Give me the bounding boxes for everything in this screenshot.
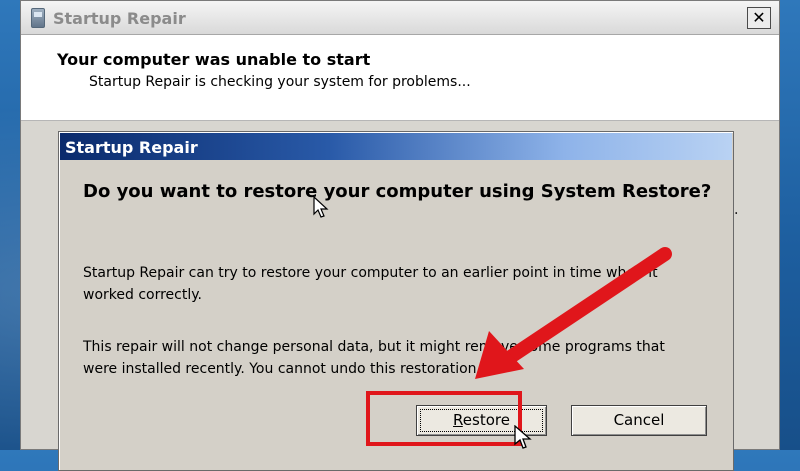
main-header: Your computer was unable to start Startu… xyxy=(21,35,779,121)
pointer-arrow-icon xyxy=(475,247,672,379)
dialog-titlebar: Startup Repair xyxy=(60,133,732,160)
mouse-pointer-icon xyxy=(514,425,532,449)
close-icon: ✕ xyxy=(752,8,766,27)
main-titlebar: Startup Repair ✕ xyxy=(21,1,779,35)
cancel-button-label: Cancel xyxy=(613,411,665,429)
cancel-button[interactable]: Cancel xyxy=(571,405,707,436)
mouse-pointer-icon xyxy=(313,196,329,218)
window-title: Startup Repair xyxy=(53,9,186,28)
status-heading: Your computer was unable to start xyxy=(57,50,371,69)
status-subheading: Startup Repair is checking your system f… xyxy=(89,74,471,90)
app-window-icon xyxy=(31,8,45,28)
dialog-title: Startup Repair xyxy=(65,138,198,157)
restore-highlight-box xyxy=(366,391,522,446)
close-button[interactable]: ✕ xyxy=(747,7,771,29)
dialog-question: Do you want to restore your computer usi… xyxy=(83,181,712,202)
